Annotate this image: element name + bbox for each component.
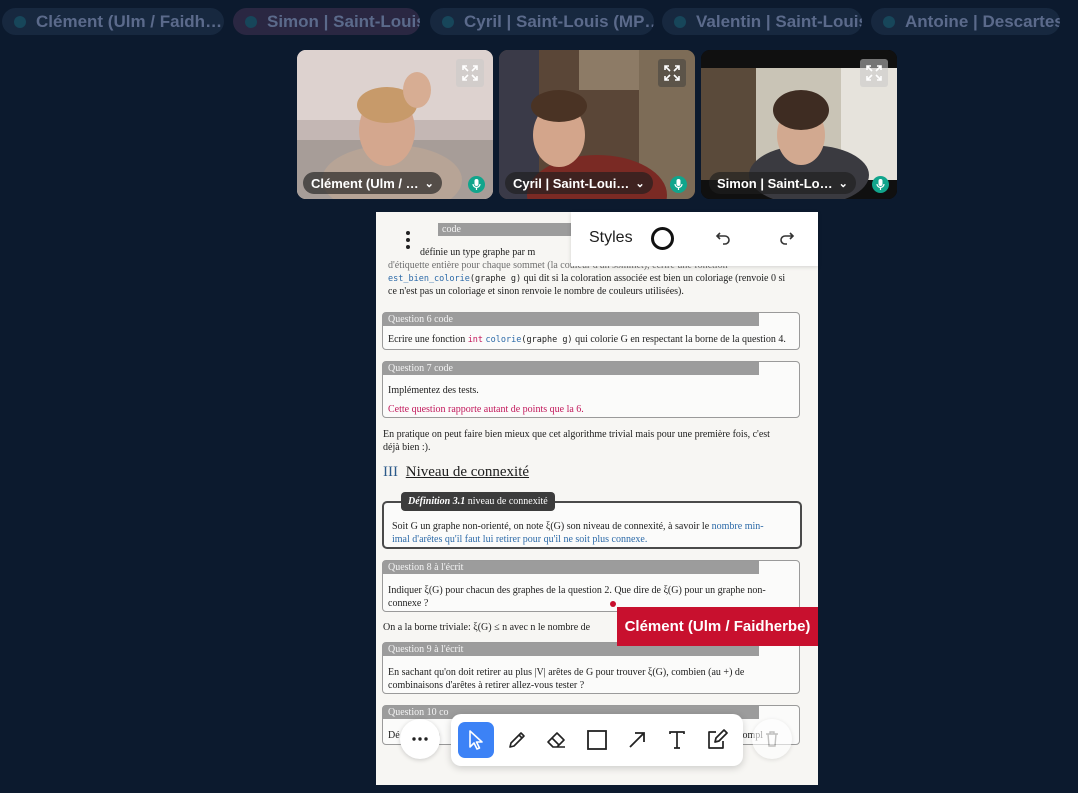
question-box: Question 9 à l'écrit En sachant qu'on do… xyxy=(382,642,800,694)
chevron-down-icon: ⌄ xyxy=(838,177,848,190)
expand-icon[interactable] xyxy=(658,59,686,87)
question-note: Cette question rapporte autant de points… xyxy=(388,404,584,415)
undo-icon[interactable] xyxy=(715,229,731,249)
paragraph: On a la borne triviale: ξ(G) ≤ n avec n … xyxy=(383,622,591,633)
participant-name: Clément (Ulm / Faidh… xyxy=(36,11,223,31)
question-tag: code xyxy=(442,224,461,235)
participant-name: Valentin | Saint-Louis xyxy=(696,11,862,31)
status-dot xyxy=(674,15,686,28)
participant-pill[interactable]: Simon | Saint-Louis xyxy=(233,8,420,35)
status-dot xyxy=(883,15,895,28)
question-text: combinaisons d'arêtes à retirer allez-vo… xyxy=(388,680,585,691)
video-name-badge[interactable]: Cyril | Saint-Loui… ⌄ xyxy=(505,172,653,194)
question-text: Indiquer ξ(G) pour chacun des graphes de… xyxy=(388,585,766,596)
question-box: Question 7 code Implémentez des tests. C… xyxy=(382,361,800,418)
chevron-down-icon: ⌄ xyxy=(424,177,434,190)
question-text: ce n'est pas un coloriage et sinon renvo… xyxy=(388,286,684,297)
pencil-icon xyxy=(509,732,525,748)
code-function: est_bien_colorie xyxy=(388,274,470,284)
participant-pill[interactable]: Clément (Ulm / Faidh… xyxy=(2,8,224,35)
rectangle-tool[interactable] xyxy=(579,722,615,758)
video-name: Simon | Saint-Lo… xyxy=(717,175,833,191)
paragraph: En pratique on peut faire bien mieux que… xyxy=(383,429,770,440)
question-text: En sachant qu'on doit retirer au plus |V… xyxy=(388,667,745,678)
mic-icon xyxy=(468,176,485,193)
expand-icon[interactable] xyxy=(456,59,484,87)
drawing-toolbar xyxy=(451,714,743,766)
question-text: définie un type graphe par m xyxy=(420,247,536,258)
pencil-tool[interactable] xyxy=(499,722,535,758)
definition-label: Définition 3.1 niveau de connexité xyxy=(401,492,555,511)
video-name-badge[interactable]: Clément (Ulm / … ⌄ xyxy=(303,172,442,194)
question-box: Question 6 code Ecrire une fonction int … xyxy=(382,312,800,350)
section-number: III xyxy=(383,464,398,480)
trash-icon xyxy=(766,731,778,747)
section-heading: Niveau de connexité xyxy=(405,464,530,480)
status-dot xyxy=(442,15,454,28)
whiteboard-topbar: Styles xyxy=(571,212,818,266)
remote-cursor-dot xyxy=(610,601,616,607)
participant-name: Simon | Saint-Louis xyxy=(267,11,420,31)
rectangle-icon xyxy=(587,730,607,750)
definition-line: Soit G un graphe non-orienté, on note ξ(… xyxy=(392,521,764,532)
question-header: code xyxy=(438,223,578,236)
text-icon xyxy=(669,731,685,749)
question-text: connexe ? xyxy=(388,598,429,609)
arrow-icon xyxy=(629,732,645,748)
video-name: Cyril | Saint-Loui… xyxy=(513,175,630,191)
redo-icon[interactable] xyxy=(779,229,795,249)
more-tools-button[interactable] xyxy=(400,719,440,759)
stroke-style-icon[interactable] xyxy=(651,227,674,250)
video-tile[interactable]: Cyril | Saint-Loui… ⌄ xyxy=(499,50,695,199)
question-header: Question 8 à l'écrit xyxy=(383,561,759,574)
definition-line: imal d'arêtes qu'il faut lui retirer pou… xyxy=(392,534,648,545)
question-text: Implémentez des tests. xyxy=(388,385,479,396)
participant-pill[interactable]: Antoine | Descartes xyxy=(871,8,1060,35)
styles-button[interactable]: Styles xyxy=(589,229,633,247)
video-tile[interactable]: Clément (Ulm / … ⌄ xyxy=(297,50,493,199)
participant-bar: Clément (Ulm / Faidh… Simon | Saint-Loui… xyxy=(0,6,1078,38)
participant-name: Cyril | Saint-Louis (MP… xyxy=(464,11,654,31)
shared-document[interactable]: code définie un type graphe par m d'étiq… xyxy=(376,212,818,785)
participant-pill[interactable]: Cyril | Saint-Louis (MP… xyxy=(430,8,654,35)
text-tool[interactable] xyxy=(659,722,695,758)
chevron-down-icon: ⌄ xyxy=(635,177,645,190)
video-name-badge[interactable]: Simon | Saint-Lo… ⌄ xyxy=(709,172,856,194)
eraser-tool[interactable] xyxy=(539,722,575,758)
more-options-icon[interactable] xyxy=(400,228,416,252)
edit-note-icon xyxy=(708,729,728,749)
question-header: Question 6 code xyxy=(383,313,759,326)
cursor-arrow-icon xyxy=(469,730,483,750)
note-tool[interactable] xyxy=(699,722,735,758)
arrow-tool[interactable] xyxy=(619,722,655,758)
question-header: Question 7 code xyxy=(383,362,759,375)
video-tile[interactable]: Simon | Saint-Lo… ⌄ xyxy=(701,50,897,199)
section-title: III Niveau de connexité xyxy=(383,464,529,481)
code-arg: (graphe g) xyxy=(469,274,522,284)
question-text: est_bien_colorie(graphe g) qui dit si la… xyxy=(388,273,786,284)
question-text: Dé xyxy=(388,730,400,741)
remote-cursor-label: Clément (Ulm / Faidherbe) xyxy=(617,607,818,646)
question-box: Question 8 à l'écrit Indiquer ξ(G) pour … xyxy=(382,560,800,612)
delete-button[interactable] xyxy=(752,719,792,759)
status-dot xyxy=(14,15,26,28)
select-tool[interactable] xyxy=(458,722,494,758)
participant-pill[interactable]: Valentin | Saint-Louis xyxy=(662,8,862,35)
question-text: Ecrire une fonction int colorie(graphe g… xyxy=(388,334,786,345)
status-dot xyxy=(245,15,257,28)
video-name: Clément (Ulm / … xyxy=(311,175,419,191)
expand-icon[interactable] xyxy=(860,59,888,87)
mic-icon xyxy=(670,176,687,193)
eraser-icon xyxy=(547,732,565,748)
participant-name: Antoine | Descartes xyxy=(905,11,1060,31)
paragraph: déjà bien :). xyxy=(383,442,431,453)
mic-icon xyxy=(872,176,889,193)
